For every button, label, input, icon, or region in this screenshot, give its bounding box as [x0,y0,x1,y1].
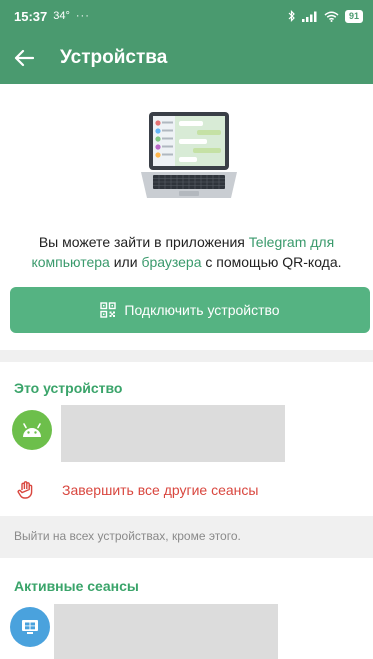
app-bar: Устройства [0,32,373,84]
terminate-sessions-label: Завершить все другие сеансы [62,482,259,498]
intro-text-part: с помощью QR-кода. [201,254,342,270]
terminate-other-sessions-button[interactable]: Завершить все другие сеансы [0,470,373,510]
status-temperature: 34° [53,10,70,22]
active-sessions-title: Активные сеансы [14,578,139,594]
status-bar: 15:37 34° ··· 91 [0,0,373,32]
windows-icon [10,607,50,647]
section-divider [0,350,373,362]
status-right: 91 [288,9,363,23]
battery-icon: 91 [344,9,363,23]
connect-device-label: Подключить устройство [124,302,280,318]
arrow-left-icon [14,49,34,67]
intro-text-part: или [109,254,142,270]
android-icon [12,410,52,450]
browser-link[interactable]: браузера [141,254,201,270]
status-more-dots: ··· [75,10,90,22]
this-device-info-redacted [61,405,285,462]
qr-code-icon [100,302,117,318]
back-button[interactable] [4,38,44,78]
wifi-icon [324,11,339,22]
status-time: 15:37 [14,8,48,24]
laptop-illustration [141,112,237,198]
this-device-title: Это устройство [14,380,123,396]
connect-device-button[interactable]: Подключить устройство [10,287,370,333]
intro-text: Вы можете зайти в приложения Telegram дл… [20,232,353,272]
page-title: Устройства [60,47,168,68]
hand-icon [17,481,33,499]
status-left: 15:37 34° ··· [14,9,90,24]
bluetooth-icon [288,10,295,22]
active-session-info-redacted [54,604,278,659]
terminate-hint: Выйти на всех устройствах, кроме этого. [0,516,373,558]
intro-text-part: Вы можете зайти в приложения [38,234,249,250]
signal-icon [301,11,317,22]
